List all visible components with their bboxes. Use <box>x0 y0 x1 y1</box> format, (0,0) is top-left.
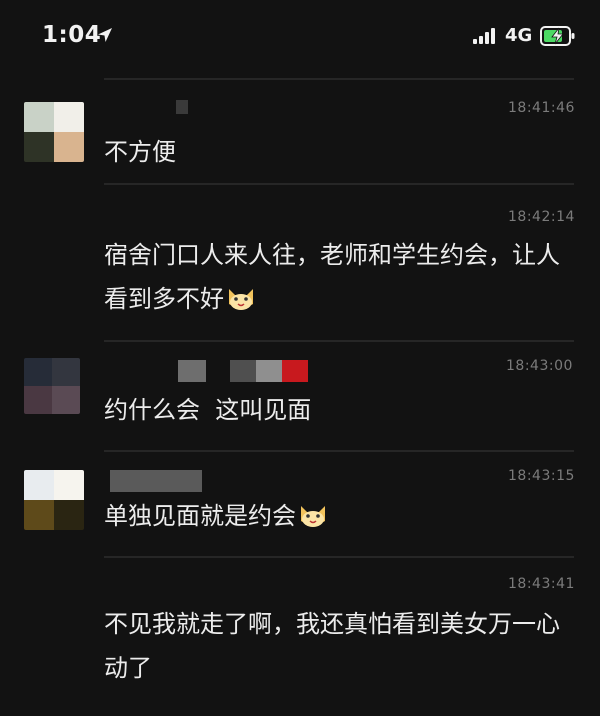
avatar[interactable] <box>24 470 84 530</box>
message-timestamp: 18:43:00 <box>506 358 573 374</box>
message-text-content: 不见我就走了啊，我还真怕看到美女万一心动了 <box>104 610 560 682</box>
message-text-content: 单独见面就是约会 <box>104 502 296 530</box>
battery-charging-icon <box>540 26 575 46</box>
chat-message: 18:43:15 单独见面就是约会 <box>0 450 600 560</box>
message-divider <box>104 556 574 558</box>
message-divider <box>104 450 574 452</box>
chat-message: 18:42:14 宿舍门口人来人往，老师和学生约会，让人看到多不好 <box>0 183 600 333</box>
message-timestamp: 18:43:41 <box>508 576 575 592</box>
message-text[interactable]: 不见我就走了啊，我还真怕看到美女万一心动了 <box>104 602 576 690</box>
avatar[interactable] <box>24 358 80 414</box>
chat-message: 18:43:00 约什么会 这叫见面 <box>0 340 600 450</box>
message-text-content: 宿舍门口人来人往，老师和学生约会，让人看到多不好 <box>104 241 560 313</box>
network-type: 4G <box>505 25 533 46</box>
message-text-content: 不方便 <box>104 138 176 166</box>
message-timestamp: 18:43:15 <box>508 468 575 484</box>
message-divider <box>104 183 574 185</box>
status-time: 1:04 <box>42 22 102 48</box>
avatar[interactable] <box>24 102 84 162</box>
message-text[interactable]: 约什么会 这叫见面 <box>104 388 582 432</box>
message-divider <box>104 78 574 80</box>
chat-message: 18:43:41 不见我就走了啊，我还真怕看到美女万一心动了 <box>0 556 600 716</box>
location-arrow-icon <box>98 28 112 42</box>
message-timestamp: 18:41:46 <box>508 100 575 116</box>
message-text[interactable]: 不方便 <box>104 130 582 174</box>
signal-bars-icon <box>473 28 495 44</box>
cat-face-emoji <box>301 506 325 527</box>
message-timestamp: 18:42:14 <box>508 209 575 225</box>
message-text[interactable]: 单独见面就是约会 <box>104 494 582 538</box>
message-text-content: 约什么会 这叫见面 <box>104 396 312 424</box>
chat-message: 18:41:46 不方便 <box>0 78 600 188</box>
message-text[interactable]: 宿舍门口人来人往，老师和学生约会，让人看到多不好 <box>104 233 582 321</box>
cat-face-emoji <box>229 289 253 310</box>
status-bar: 1:04 4G <box>0 0 600 72</box>
message-divider <box>104 340 574 342</box>
